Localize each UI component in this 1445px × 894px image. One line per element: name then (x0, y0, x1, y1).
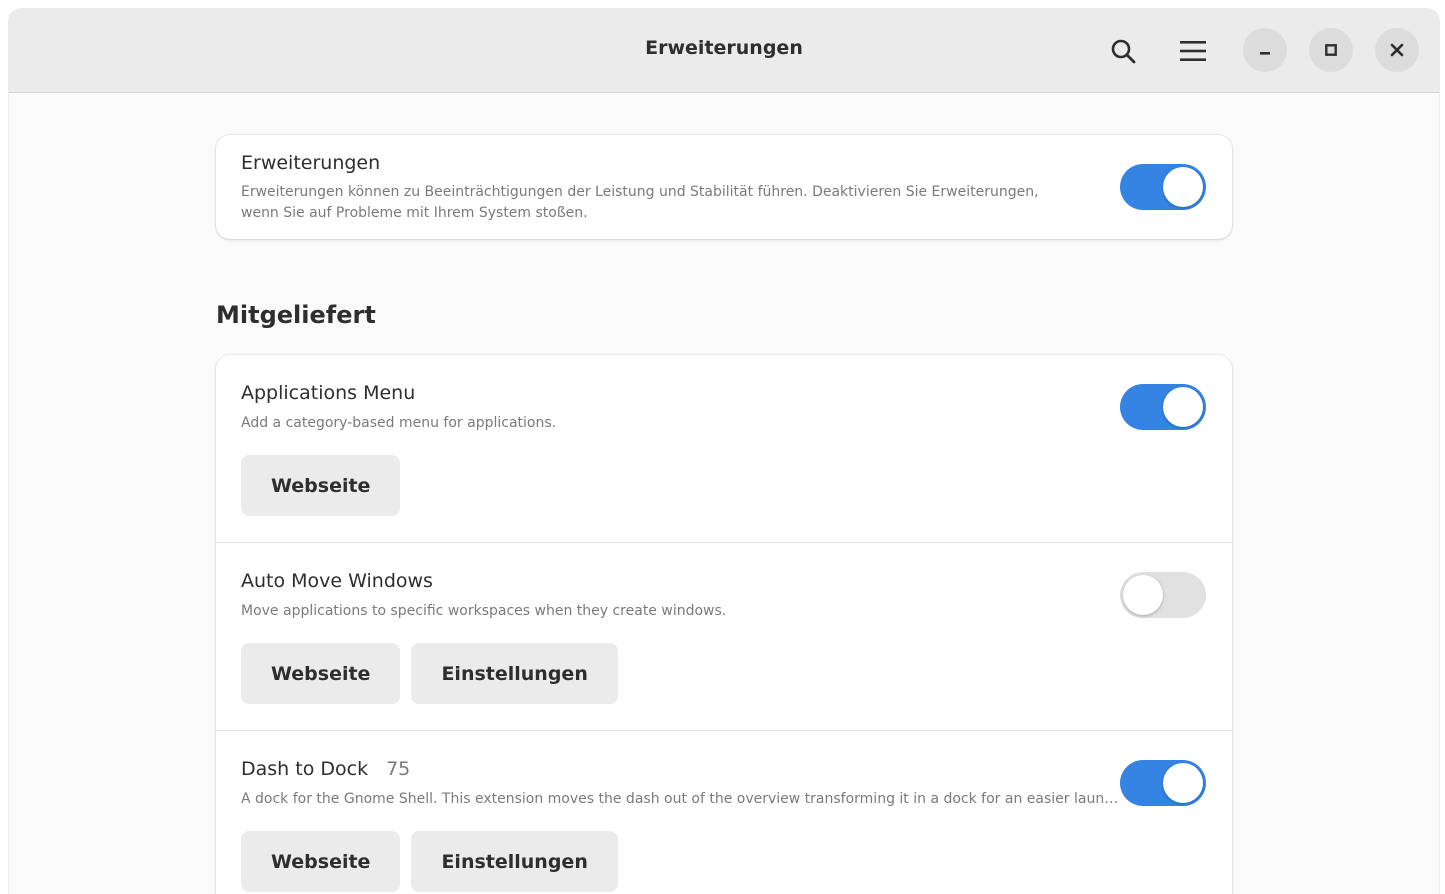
extension-name: Auto Move Windows (241, 570, 433, 592)
extensions-content: Erweiterungen Erweiterungen können zu Be… (216, 135, 1232, 894)
maximize-icon (1325, 44, 1337, 56)
extensions-master-row: Erweiterungen Erweiterungen können zu Be… (216, 135, 1232, 239)
extension-name: Applications Menu (241, 382, 416, 404)
extension-row-applications-menu: Applications Menu Add a category-based m… (216, 355, 1232, 543)
extension-toggle-switch[interactable] (1120, 760, 1206, 806)
extension-buttons: Webseite (241, 455, 401, 516)
switch-knob (1163, 167, 1203, 207)
master-title: Erweiterungen (241, 152, 381, 174)
extension-row-auto-move-windows: Auto Move Windows Move applications to s… (216, 543, 1232, 731)
main-menu-button[interactable] (1171, 29, 1215, 73)
maximize-button[interactable] (1309, 28, 1353, 72)
settings-button[interactable]: Einstellungen (411, 643, 618, 704)
extension-description: Add a category-based menu for applicatio… (241, 415, 557, 431)
extension-row-dash-to-dock: Dash to Dock 75 A dock for the Gnome Shel… (216, 731, 1232, 894)
website-button[interactable]: Webseite (241, 455, 401, 516)
extension-name: Dash to Dock 75 (241, 758, 411, 780)
hamburger-menu-icon (1180, 41, 1206, 61)
extension-toggle-switch[interactable] (1120, 572, 1206, 618)
headerbar: Erweiterungen (9, 9, 1439, 93)
extension-version: 75 (386, 758, 411, 780)
extension-description: Move applications to specific workspaces… (241, 603, 727, 619)
extension-toggle-switch[interactable] (1120, 384, 1206, 430)
extension-buttons: Webseite Einstellungen (241, 831, 618, 892)
master-subtitle: Erweiterungen können zu Beeinträchtigung… (241, 184, 1039, 221)
search-button[interactable] (1101, 29, 1145, 73)
extension-list: Applications Menu Add a category-based m… (216, 355, 1232, 894)
website-button[interactable]: Webseite (241, 643, 401, 704)
extensions-window: Erweiterungen Erweiterungen Erweiterunge… (9, 9, 1439, 894)
window-title: Erweiterungen (645, 37, 803, 59)
switch-knob (1163, 763, 1203, 803)
section-title: Mitgeliefert (216, 301, 376, 329)
minimize-icon (1260, 52, 1270, 55)
close-icon (1390, 43, 1404, 57)
extension-description: A dock for the Gnome Shell. This extensi… (241, 791, 1121, 807)
extension-buttons: Webseite Einstellungen (241, 643, 618, 704)
switch-knob (1123, 575, 1163, 615)
switch-knob (1163, 387, 1203, 427)
minimize-button[interactable] (1243, 28, 1287, 72)
close-button[interactable] (1375, 28, 1419, 72)
settings-button[interactable]: Einstellungen (411, 831, 618, 892)
search-icon (1111, 39, 1136, 64)
master-toggle-switch[interactable] (1120, 164, 1206, 210)
website-button[interactable]: Webseite (241, 831, 401, 892)
